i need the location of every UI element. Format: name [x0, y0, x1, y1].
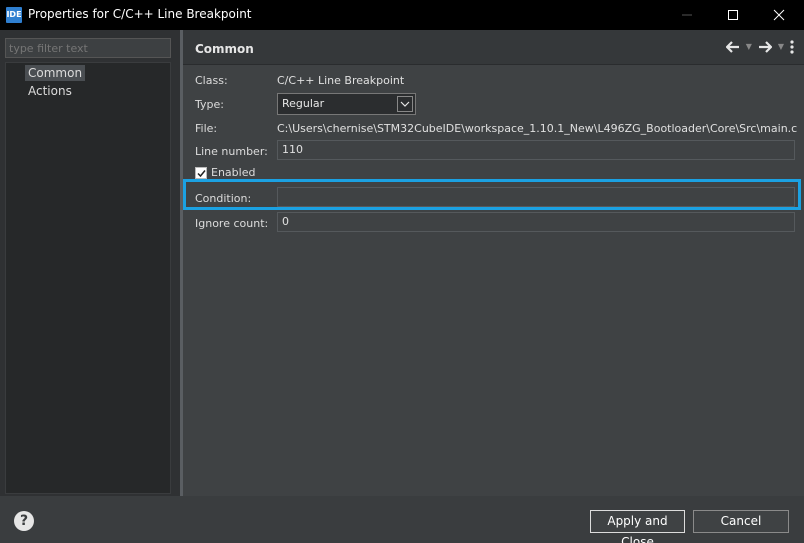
- ignore-count-label: Ignore count:: [195, 217, 269, 230]
- line-number-label: Line number:: [195, 145, 268, 158]
- class-label: Class:: [195, 74, 228, 87]
- page-nav: ▼ ▼: [725, 40, 794, 54]
- enabled-checkbox[interactable]: [195, 167, 207, 179]
- class-value: C/C++ Line Breakpoint: [277, 74, 405, 87]
- ignore-count-row: Ignore count: 0: [183, 212, 804, 234]
- chevron-down-icon: [397, 96, 413, 112]
- arrow-right-icon[interactable]: [758, 41, 772, 53]
- page-title: Common: [195, 42, 254, 56]
- line-number-row: Line number: 110: [183, 140, 804, 162]
- file-value: C:\Users\chernise\STM32CubeIDE\workspace…: [277, 122, 798, 135]
- preference-tree-panel: Common Actions: [0, 30, 180, 498]
- condition-highlight-box: [183, 179, 801, 210]
- apply-and-close-button[interactable]: Apply and Close: [590, 510, 685, 543]
- app-icon: IDE: [6, 7, 22, 23]
- ignore-count-field[interactable]: 0: [277, 212, 795, 232]
- type-select[interactable]: Regular: [277, 93, 416, 115]
- arrow-left-icon[interactable]: [725, 41, 740, 53]
- type-label: Type:: [195, 98, 224, 111]
- properties-page: Common ▼ ▼ Class: C/C++ Line Breakpoint …: [183, 30, 804, 496]
- file-row: File: C:\Users\chernise\STM32CubeIDE\wor…: [183, 118, 804, 140]
- page-header: Common ▼ ▼: [183, 30, 804, 65]
- enabled-label: Enabled: [211, 166, 256, 179]
- minimize-button[interactable]: [664, 0, 710, 30]
- title-bar: IDE Properties for C/C++ Line Breakpoint: [0, 0, 804, 30]
- back-dropdown-icon[interactable]: ▼: [746, 40, 752, 54]
- maximize-icon: [728, 10, 738, 20]
- close-icon: [773, 9, 785, 21]
- type-row: Type: Regular: [183, 93, 804, 115]
- tree-item-actions[interactable]: Actions: [25, 83, 75, 99]
- window-title: Properties for C/C++ Line Breakpoint: [28, 7, 252, 21]
- filter-input[interactable]: [5, 38, 171, 58]
- maximize-button[interactable]: [710, 0, 756, 30]
- class-row: Class: C/C++ Line Breakpoint: [183, 70, 804, 92]
- kebab-menu-icon[interactable]: [790, 40, 794, 54]
- cancel-button[interactable]: Cancel: [693, 510, 789, 533]
- forward-dropdown-icon[interactable]: ▼: [778, 40, 784, 54]
- tree-item-common[interactable]: Common: [25, 65, 86, 81]
- page-tree: Common Actions: [5, 62, 171, 494]
- close-button[interactable]: [756, 0, 802, 30]
- type-select-value: Regular: [282, 97, 325, 110]
- line-number-field[interactable]: 110: [277, 140, 795, 160]
- minimize-icon: [682, 14, 692, 16]
- checkmark-icon: [197, 170, 206, 178]
- help-icon[interactable]: ?: [14, 511, 34, 531]
- dialog-button-bar: ? Apply and Close Cancel: [0, 496, 804, 543]
- file-label: File:: [195, 122, 218, 135]
